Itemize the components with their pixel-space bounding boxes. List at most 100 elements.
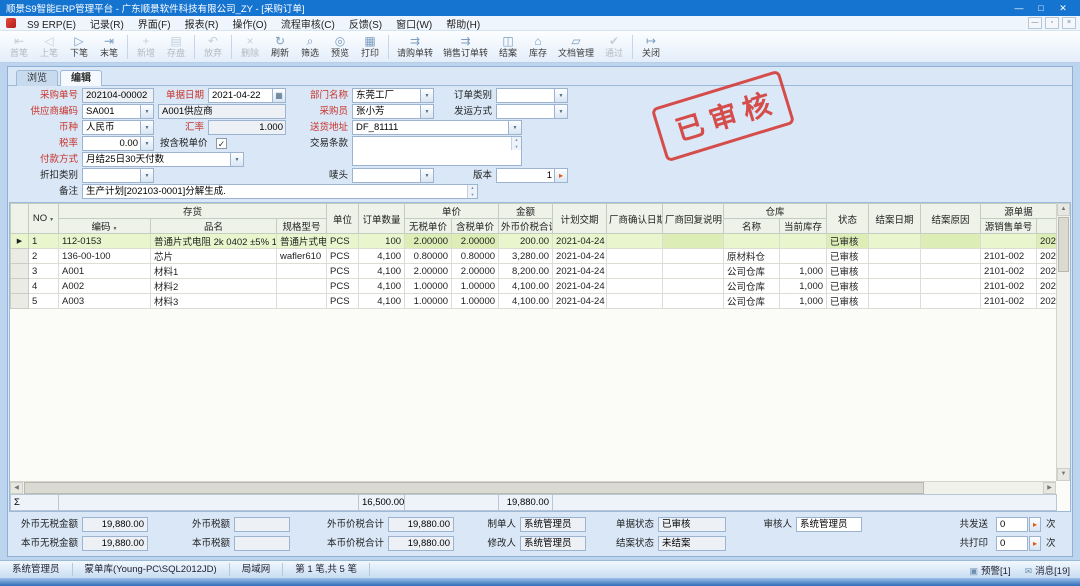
col-header-close_reason[interactable]: 结案原因: [921, 204, 981, 234]
vertical-scroll-thumb[interactable]: [1058, 217, 1069, 272]
mdi-minimize-button[interactable]: —: [1028, 17, 1042, 29]
cell-status[interactable]: 已审核: [827, 264, 869, 279]
cell-wh_name[interactable]: 公司仓库: [724, 279, 780, 294]
cell-reply[interactable]: [663, 234, 724, 249]
toolbar-new-button[interactable]: +新增: [131, 32, 161, 62]
cell-wh_stock[interactable]: 1,000: [780, 294, 827, 309]
vertical-scrollbar[interactable]: ▲ ▼: [1056, 203, 1070, 481]
cell-name[interactable]: 材料1: [151, 264, 277, 279]
cell-ssales[interactable]: 2101-002: [981, 264, 1037, 279]
cell-reply[interactable]: [663, 294, 724, 309]
horizontal-scrollbar[interactable]: ◀ ▶: [10, 481, 1056, 494]
col-header-wh_name[interactable]: 名称: [724, 219, 780, 234]
cell-no[interactable]: 3: [29, 264, 59, 279]
toolbar-next-button[interactable]: ▷下笔: [64, 32, 94, 62]
col-header-code[interactable]: 编码▼: [59, 219, 151, 234]
indicator-header[interactable]: [11, 204, 29, 234]
menu-item-reports[interactable]: 报表(R): [178, 20, 226, 31]
tab-edit[interactable]: 编辑: [60, 70, 102, 86]
dropdown-icon[interactable]: [554, 89, 567, 102]
row-indicator[interactable]: [11, 279, 29, 294]
cell-smore[interactable]: 202: [1037, 294, 1057, 309]
buyer-field[interactable]: 张小芳: [352, 104, 434, 119]
col-header-no[interactable]: NO▼: [29, 204, 59, 234]
cell-status[interactable]: 已审核: [827, 279, 869, 294]
cell-close_date[interactable]: [869, 264, 921, 279]
toolbar-pr-transfer-button[interactable]: ⇉请购单转: [392, 32, 438, 62]
cell-code[interactable]: A002: [59, 279, 151, 294]
cell-close_reason[interactable]: [921, 234, 981, 249]
discount-field[interactable]: [82, 168, 154, 183]
dropdown-icon[interactable]: [508, 121, 521, 134]
cell-no[interactable]: 5: [29, 294, 59, 309]
cell-unit[interactable]: PCS: [327, 249, 359, 264]
cell-ssales[interactable]: 2101-002: [981, 294, 1037, 309]
dropdown-icon[interactable]: [420, 105, 433, 118]
scroll-up-icon[interactable]: ▲: [1057, 203, 1070, 216]
close-button[interactable]: ✕: [1052, 3, 1074, 14]
cell-ssales[interactable]: 2101-002: [981, 249, 1037, 264]
col-header-qty[interactable]: 订单数量: [359, 204, 405, 234]
cell-close_date[interactable]: [869, 249, 921, 264]
cell-amount[interactable]: 8,200.00: [499, 264, 553, 279]
col-header-name[interactable]: 品名: [151, 219, 277, 234]
sent-spinner-icon[interactable]: [1029, 517, 1041, 532]
maximize-button[interactable]: □: [1030, 3, 1052, 13]
cell-no[interactable]: 4: [29, 279, 59, 294]
menu-item-window[interactable]: 窗口(W): [389, 20, 439, 31]
toolbar-inventory-button[interactable]: ⌂库存: [523, 32, 553, 62]
col-header-amount[interactable]: 外币价税合计: [499, 219, 553, 234]
cell-unit[interactable]: PCS: [327, 294, 359, 309]
doc-date-field[interactable]: 2021-04-22: [208, 88, 286, 103]
menu-item-records[interactable]: 记录(R): [83, 20, 131, 31]
cell-conf[interactable]: [607, 234, 663, 249]
dropdown-icon[interactable]: [420, 169, 433, 182]
filter-icon[interactable]: ▼: [113, 226, 118, 232]
dropdown-icon[interactable]: [554, 105, 567, 118]
cell-wh_name[interactable]: [724, 234, 780, 249]
printed-spinner-icon[interactable]: [1029, 536, 1041, 551]
toolbar-close-button[interactable]: ↦关闭: [636, 32, 666, 62]
cell-amount[interactable]: 4,100.00: [499, 294, 553, 309]
row-indicator[interactable]: [11, 264, 29, 279]
col-header-status[interactable]: 状态: [827, 204, 869, 234]
order-type-field[interactable]: [496, 88, 568, 103]
cell-code[interactable]: A001: [59, 264, 151, 279]
cell-qty[interactable]: 4,100: [359, 249, 405, 264]
ship-addr-field[interactable]: DF_81111: [352, 120, 522, 135]
toolbar-delete-button[interactable]: ×删除: [235, 32, 265, 62]
col-header-price_ex[interactable]: 无税单价: [405, 219, 452, 234]
dropdown-icon[interactable]: [420, 89, 433, 102]
cell-name[interactable]: 普通片式电阻 2k 0402 ±5% 1/16W: [151, 234, 277, 249]
cell-price_inc[interactable]: 2.00000: [452, 264, 499, 279]
toolbar-preview-button[interactable]: ◎预览: [325, 32, 355, 62]
calendar-icon[interactable]: [272, 89, 285, 102]
toolbar-prev-button[interactable]: ◁上笔: [34, 32, 64, 62]
cell-spec[interactable]: [277, 264, 327, 279]
col-header-reply[interactable]: 厂商回复说明: [663, 204, 724, 234]
toolbar-discard-button[interactable]: ↶放弃: [198, 32, 228, 62]
status-alerts[interactable]: ▣预警[1]: [970, 563, 1011, 577]
cell-ssales[interactable]: [981, 234, 1037, 249]
cell-price_inc[interactable]: 0.80000: [452, 249, 499, 264]
ship-method-field[interactable]: [496, 104, 568, 119]
menu-item-feedback[interactable]: 反馈(S): [342, 20, 389, 31]
cell-wh_name[interactable]: 原材料仓: [724, 249, 780, 264]
cell-due[interactable]: 2021-04-24: [553, 264, 607, 279]
cell-spec[interactable]: [277, 279, 327, 294]
cell-unit[interactable]: PCS: [327, 264, 359, 279]
menu-item-workflow-audit[interactable]: 流程审核(C): [274, 20, 342, 31]
row-indicator[interactable]: [11, 249, 29, 264]
mdi-close-button[interactable]: ×: [1062, 17, 1076, 29]
cell-amount[interactable]: 200.00: [499, 234, 553, 249]
scroll-down-icon[interactable]: ▼: [512, 144, 521, 151]
scroll-right-icon[interactable]: ▶: [1043, 482, 1056, 494]
cell-wh_name[interactable]: 公司仓库: [724, 294, 780, 309]
cell-close_date[interactable]: [869, 234, 921, 249]
cell-smore[interactable]: 202: [1037, 249, 1057, 264]
col-header-unit[interactable]: 单位: [327, 204, 359, 234]
version-field[interactable]: 1: [496, 168, 568, 183]
cell-reply[interactable]: [663, 249, 724, 264]
remark-field[interactable]: 生产计划[202103-0001]分解生成.▲▼: [82, 184, 478, 199]
cell-status[interactable]: 已审核: [827, 294, 869, 309]
